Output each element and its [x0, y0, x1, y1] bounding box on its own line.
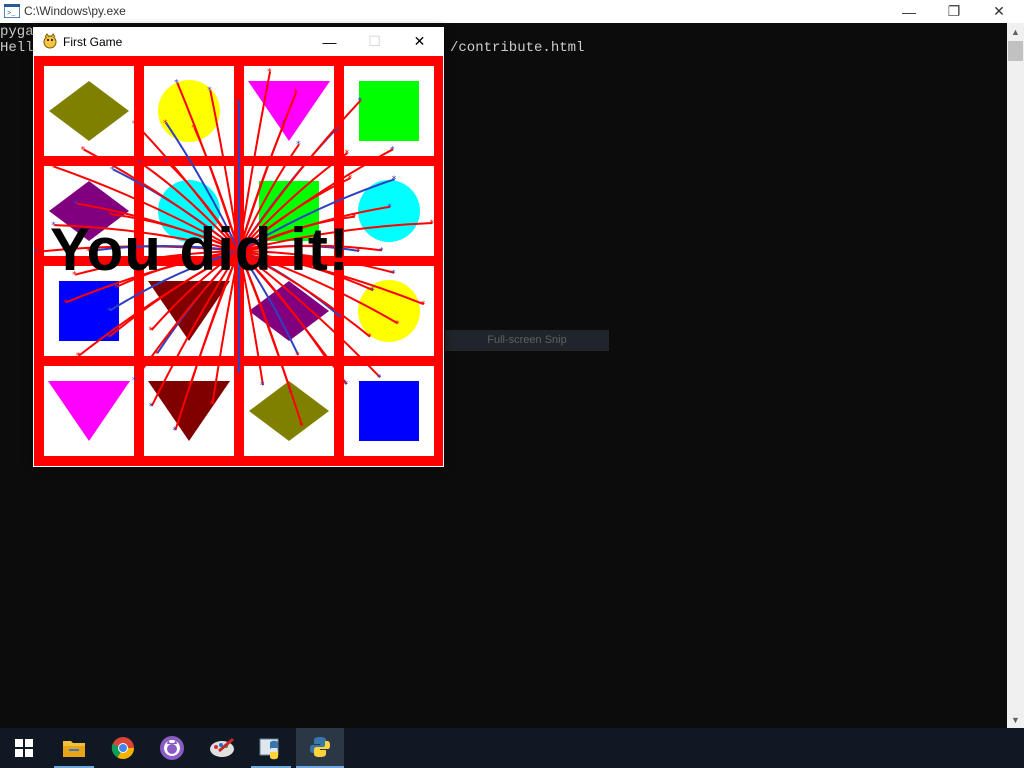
board-line — [34, 456, 443, 466]
firework-spark: * — [293, 88, 298, 98]
firework-spark: * — [348, 174, 353, 184]
github-desktop-icon — [160, 736, 184, 760]
firework-spark: * — [421, 300, 426, 310]
console-output-trailing: /contribute.html — [450, 40, 585, 56]
firework-spark: * — [345, 149, 350, 159]
game-title: First Game — [63, 35, 123, 49]
firework-spark: * — [149, 326, 154, 336]
firework-spark: * — [370, 286, 375, 296]
taskbar-python-idle[interactable] — [247, 728, 295, 768]
console-titlebar[interactable]: >_ C:\Windows\py.exe — ❐ ✕ — [0, 0, 1024, 23]
win-message: You did it! — [50, 216, 350, 283]
svg-text:>_: >_ — [7, 10, 16, 18]
scroll-down-icon[interactable]: ▼ — [1007, 711, 1024, 728]
snip-tooltip: Full-screen Snip — [445, 330, 609, 351]
firework-spark: * — [149, 402, 154, 412]
firework-spark: * — [209, 400, 214, 410]
firework-spark: * — [344, 380, 349, 390]
firework-spark: * — [391, 269, 396, 279]
console-title: C:\Windows\py.exe — [24, 4, 126, 18]
console-minimize-button[interactable]: — — [886, 0, 932, 23]
taskbar-paint[interactable] — [198, 728, 246, 768]
firework-spark: * — [379, 246, 384, 256]
firework-spark: * — [132, 119, 137, 129]
firework-spark: * — [50, 162, 55, 172]
firework-spark: * — [430, 219, 435, 229]
console-maximize-button[interactable]: ❐ — [931, 0, 977, 23]
firework-spark: * — [63, 298, 68, 308]
firework-spark: * — [188, 381, 193, 391]
game-maximize-button[interactable]: ☐ — [352, 27, 397, 56]
taskbar-file-explorer[interactable] — [50, 728, 98, 768]
firework-spark: * — [267, 67, 272, 77]
firework-spark: * — [377, 373, 382, 383]
firework-spark: * — [172, 426, 177, 436]
console-scrollbar[interactable]: ▲ ▼ — [1007, 23, 1024, 728]
game-titlebar[interactable]: First Game — ☐ ✕ — [33, 27, 444, 56]
start-button[interactable] — [0, 728, 48, 768]
firework-spark: * — [107, 307, 112, 317]
firework-spark: * — [387, 203, 392, 213]
firework-spark: * — [163, 119, 168, 129]
firework-spark: * — [34, 248, 38, 258]
scroll-thumb[interactable] — [1008, 41, 1023, 61]
firework-spark: * — [76, 352, 81, 362]
firework-spark: * — [132, 376, 137, 386]
firework-spark: * — [390, 145, 395, 155]
console-app-icon: >_ — [4, 4, 20, 18]
firework-spark: * — [137, 159, 142, 169]
chrome-icon — [111, 737, 134, 759]
firework-spark: * — [295, 351, 300, 361]
firework-spark: * — [392, 175, 397, 185]
firework-spark: * — [296, 140, 301, 150]
square-shape[interactable] — [359, 381, 419, 441]
game-minimize-button[interactable]: — — [307, 27, 352, 56]
start-icon — [15, 739, 33, 757]
firework-spark: * — [81, 145, 86, 155]
python-idle-icon — [259, 738, 279, 760]
firework-spark: * — [260, 381, 265, 391]
square-shape[interactable] — [359, 81, 419, 141]
console-close-button[interactable]: ✕ — [976, 0, 1022, 23]
game-close-button[interactable]: ✕ — [397, 27, 442, 56]
firework-spark: * — [395, 319, 400, 329]
taskbar-python[interactable] — [296, 728, 344, 768]
file-explorer-icon — [63, 741, 85, 757]
firework-spark: * — [358, 96, 363, 106]
taskbar-chrome[interactable] — [99, 728, 147, 768]
firework-spark: * — [207, 86, 212, 96]
taskbar — [0, 728, 1024, 768]
game-window: First Game — ☐ ✕ * * * * * * * * * * * * * * * * * * * * * * *… — [33, 27, 444, 467]
taskbar-github-desktop[interactable] — [148, 728, 196, 768]
python-icon — [310, 737, 330, 757]
scroll-up-icon[interactable]: ▲ — [1007, 23, 1024, 40]
firework-spark: * — [237, 416, 242, 426]
firework-spark: * — [367, 333, 372, 343]
board-line — [434, 56, 443, 466]
paint-icon — [210, 737, 234, 757]
firework-spark: * — [73, 199, 78, 209]
firework-spark: * — [113, 283, 118, 293]
firework-spark: * — [236, 99, 241, 109]
firework-spark: * — [164, 157, 169, 167]
firework-spark: * — [236, 369, 241, 379]
pygame-snake-icon — [43, 33, 57, 49]
firework-spark: * — [192, 124, 197, 134]
firework-spark: * — [174, 79, 179, 89]
firework-spark: * — [299, 422, 304, 432]
